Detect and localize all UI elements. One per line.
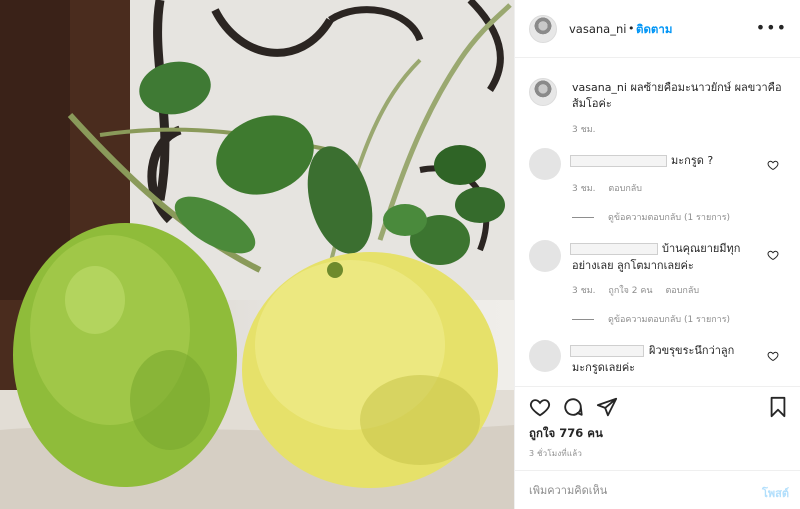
share-icon[interactable] bbox=[596, 396, 618, 418]
comment-avatar[interactable] bbox=[529, 340, 561, 372]
more-options-icon[interactable]: ••• bbox=[756, 18, 787, 37]
add-comment-bar: โพสต์ bbox=[515, 470, 800, 509]
likes-count[interactable]: ถูกใจ 776 คน bbox=[529, 425, 603, 443]
view-replies-label[interactable]: ดูข้อความตอบกลับ (1 รายการ) bbox=[608, 315, 730, 325]
replies-line bbox=[572, 319, 594, 320]
instagram-post-view: vasana_ni • ติดตาม ••• vasana_ni ผลซ้ายค… bbox=[0, 0, 800, 509]
post-side-panel: vasana_ni • ติดตาม ••• vasana_ni ผลซ้ายค… bbox=[514, 0, 800, 509]
comment-like-icon[interactable] bbox=[767, 159, 779, 171]
redacted-username bbox=[570, 345, 644, 357]
reply-button[interactable]: ตอบกลับ bbox=[608, 184, 642, 194]
photo-illustration bbox=[0, 0, 514, 509]
follow-button[interactable]: ติดตาม bbox=[636, 21, 672, 39]
comment-timestamp: 3 ชม. bbox=[572, 184, 596, 194]
comment-text-line2: อย่างเลย ลูกโตมากเลยค่ะ bbox=[572, 259, 694, 272]
comment-text: มะกรูด ? bbox=[671, 154, 714, 167]
caption-username[interactable]: vasana_ni bbox=[572, 81, 627, 94]
caption-text: vasana_ni ผลซ้ายคือมะนาวยักษ์ ผลขวาคือส้… bbox=[572, 80, 782, 112]
comment-icon[interactable] bbox=[562, 396, 584, 418]
bookmark-icon[interactable] bbox=[767, 396, 789, 418]
post-actions: ถูกใจ 776 คน 3 ชั่วโมงที่แล้ว bbox=[515, 386, 800, 466]
comment-meta: 3 ชม. ตอบกลับ bbox=[572, 181, 652, 195]
heart-icon[interactable] bbox=[529, 396, 551, 418]
comment-text-line1: บ้านคุณยายมีทุก bbox=[662, 242, 741, 255]
comment-like-icon[interactable] bbox=[767, 249, 779, 261]
view-replies[interactable]: ดูข้อความตอบกลับ (1 รายการ) bbox=[572, 210, 730, 224]
comment-timestamp: 3 ชม. bbox=[572, 286, 596, 296]
comment-likes[interactable]: ถูกใจ 2 คน bbox=[608, 286, 652, 296]
caption-avatar[interactable] bbox=[529, 78, 557, 106]
reply-button[interactable]: ตอบกลับ bbox=[665, 286, 699, 296]
comment-input[interactable] bbox=[529, 484, 729, 497]
post-comment-button[interactable]: โพสต์ bbox=[762, 484, 789, 502]
comment-like-icon[interactable] bbox=[767, 350, 779, 362]
view-replies-label[interactable]: ดูข้อความตอบกลับ (1 รายการ) bbox=[608, 213, 730, 223]
comment-meta: 3 ชม. ถูกใจ 2 คน ตอบกลับ bbox=[572, 283, 709, 297]
author-avatar[interactable] bbox=[529, 15, 557, 43]
comment-text-line1: ผิวขรุขระนึกว่าลูก bbox=[649, 344, 735, 357]
author-username[interactable]: vasana_ni bbox=[569, 22, 626, 36]
replies-line bbox=[572, 217, 594, 218]
comment-avatar[interactable] bbox=[529, 240, 561, 272]
redacted-username bbox=[570, 155, 667, 167]
separator-dot: • bbox=[628, 22, 635, 35]
redacted-username bbox=[570, 243, 658, 255]
posted-time: 3 ชั่วโมงที่แล้ว bbox=[529, 449, 583, 458]
view-replies[interactable]: ดูข้อความตอบกลับ (1 รายการ) bbox=[572, 312, 730, 326]
post-header: vasana_ni • ติดตาม ••• bbox=[515, 0, 800, 58]
post-photo[interactable] bbox=[0, 0, 514, 509]
caption-timestamp: 3 ชม. bbox=[572, 125, 596, 135]
comment-text-line2: มะกรูดเลยค่ะ bbox=[572, 361, 636, 374]
comment-avatar[interactable] bbox=[529, 148, 561, 180]
